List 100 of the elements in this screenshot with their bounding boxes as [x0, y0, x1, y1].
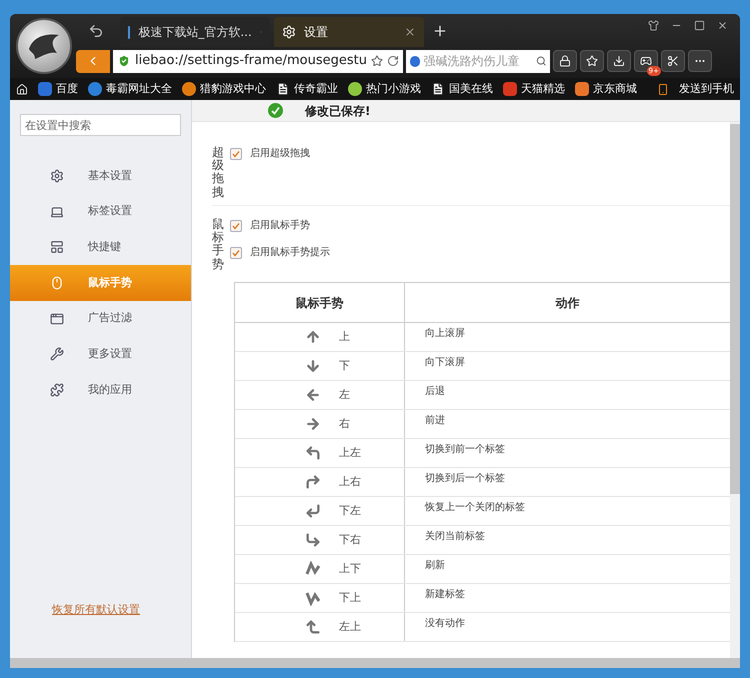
action-cell-text: 恢复上一个关闭的标签: [425, 500, 525, 515]
corner-arrow-icon: [305, 503, 321, 519]
star-icon[interactable]: [371, 55, 383, 67]
sidebar-item[interactable]: 更多设置: [10, 336, 191, 372]
sidebar-item[interactable]: 标签设置: [10, 194, 191, 230]
bookmark-link[interactable]: 热门小游戏: [366, 80, 421, 98]
site-icon: [88, 82, 102, 96]
sidebar-item[interactable]: 我的应用: [10, 372, 191, 408]
right-arrow-icon: [305, 416, 321, 432]
saved-message: 修改已保存!: [305, 102, 370, 120]
option-label: 启用鼠标手势: [250, 218, 310, 233]
sidebar-item[interactable]: 基本设置: [10, 158, 191, 194]
mouse-icon: [50, 276, 64, 290]
address-bar[interactable]: liebao://settings-frame/mousegestu: [113, 50, 403, 72]
option-label: 启用鼠标手势提示: [250, 246, 330, 260]
corner-arrow-icon: [305, 474, 321, 490]
corner-arrow-icon: [305, 619, 321, 635]
gesture-cell-text: 下右: [339, 532, 361, 548]
bookmark-link[interactable]: 京东商城: [593, 80, 637, 98]
download-icon: [613, 55, 625, 67]
site-icon: [348, 82, 362, 96]
star-icon: [586, 55, 598, 67]
gear-icon: [50, 168, 64, 183]
page-icon: [276, 82, 290, 96]
check-icon: [268, 103, 283, 118]
sidebar-item[interactable]: 快捷键: [10, 229, 191, 266]
action-cell-text: 切换到后一个标签: [425, 472, 505, 486]
gear-icon: [282, 25, 296, 39]
bookmark-link[interactable]: 天猫精选: [521, 80, 565, 98]
tab-icon: [50, 204, 64, 219]
toolbar-button[interactable]: [661, 50, 685, 72]
bookmark-link[interactable]: 百度: [56, 80, 78, 98]
wrench-icon: [50, 347, 64, 362]
column-header: 鼠标手势: [235, 283, 405, 322]
gesture-cell-text: 左: [339, 386, 350, 403]
option-label: 启用超级拖拽: [250, 146, 310, 161]
checkbox[interactable]: [230, 246, 242, 258]
horizontal-scrollbar[interactable]: [10, 658, 740, 668]
new-tab-icon[interactable]: [432, 23, 448, 39]
action-cell-text: 没有动作: [425, 617, 465, 631]
gesture-cell-text: 上左: [339, 444, 361, 461]
send-to-phone-link[interactable]: 发送到手机: [679, 80, 734, 98]
bookmark-link[interactable]: 传奇霸业: [294, 80, 338, 98]
gesture-cell-text: 上下: [339, 560, 361, 577]
section-label: 鼠标手势: [212, 218, 224, 268]
checkbox[interactable]: [230, 220, 242, 232]
browser-tab[interactable]: 设置: [274, 17, 424, 47]
action-cell-text: 向下滚屏: [425, 356, 465, 370]
search-field[interactable]: 强碱洗路灼伤儿童: [406, 50, 550, 72]
gesture-cell-text: 下: [339, 358, 350, 374]
home-icon[interactable]: [16, 82, 28, 96]
toolbar-button[interactable]: [580, 50, 604, 72]
checkbox[interactable]: [230, 148, 242, 160]
bookmark-link[interactable]: 国美在线: [449, 80, 493, 98]
sidebar-item[interactable]: 广告过滤: [10, 300, 191, 336]
gesture-cell-text: 下左: [339, 502, 361, 519]
bookmark-link[interactable]: 猎豹游戏中心: [200, 80, 266, 98]
url-text: liebao://settings-frame/mousegestu: [135, 52, 367, 70]
maximize-icon[interactable]: [694, 20, 705, 31]
page-icon: [431, 82, 445, 96]
toolbar-button[interactable]: [607, 50, 631, 72]
paw-icon: [410, 56, 420, 66]
lock-icon: [559, 55, 571, 67]
gesture-cell-text: 右: [339, 416, 350, 432]
down-arrow-icon: [305, 358, 321, 374]
action-cell-text: 向上滚屏: [425, 326, 465, 341]
vertical-scrollbar[interactable]: [730, 122, 740, 658]
action-cell-text: 前进: [425, 414, 445, 428]
window-icon: [50, 312, 64, 326]
column-header: 动作: [554, 294, 580, 312]
site-icon: [38, 82, 52, 96]
browser-tab[interactable]: 极速下载站_官方软...: [120, 17, 270, 47]
back-button[interactable]: [76, 50, 110, 72]
gamepad-icon: [640, 55, 652, 67]
gesture-cell-text: 左上: [339, 618, 361, 635]
action-cell-text: 新建标签: [425, 588, 465, 602]
phone-icon: [657, 82, 669, 96]
secure-icon: [117, 54, 131, 68]
corner-arrow-icon: [305, 532, 321, 548]
refresh-icon[interactable]: [387, 55, 399, 67]
keys-icon: [50, 240, 64, 254]
bookmark-link[interactable]: 毒霸网址大全: [106, 80, 172, 98]
search-icon[interactable]: [536, 55, 546, 67]
action-cell-text: 刷新: [425, 558, 445, 573]
gesture-cell-text: 上: [339, 328, 350, 345]
site-icon: [503, 82, 517, 96]
settings-search-field[interactable]: 在设置中搜索: [20, 114, 181, 136]
gesture-cell-text: 上右: [339, 474, 361, 490]
site-icon: [182, 82, 196, 96]
section-label: 超级拖拽: [212, 146, 224, 201]
action-cell-text: 后退: [425, 384, 445, 399]
action-cell-text: 切换到前一个标签: [425, 442, 505, 457]
skin-icon[interactable]: [648, 20, 659, 31]
gesture-cell-text: 下上: [339, 590, 361, 606]
puzzle-icon: [50, 382, 64, 397]
toolbar-button[interactable]: [553, 50, 577, 72]
corner-arrow-icon: [305, 445, 321, 461]
back-icon[interactable]: [88, 23, 104, 39]
site-icon: [575, 82, 589, 96]
scissors-icon: [667, 55, 679, 67]
